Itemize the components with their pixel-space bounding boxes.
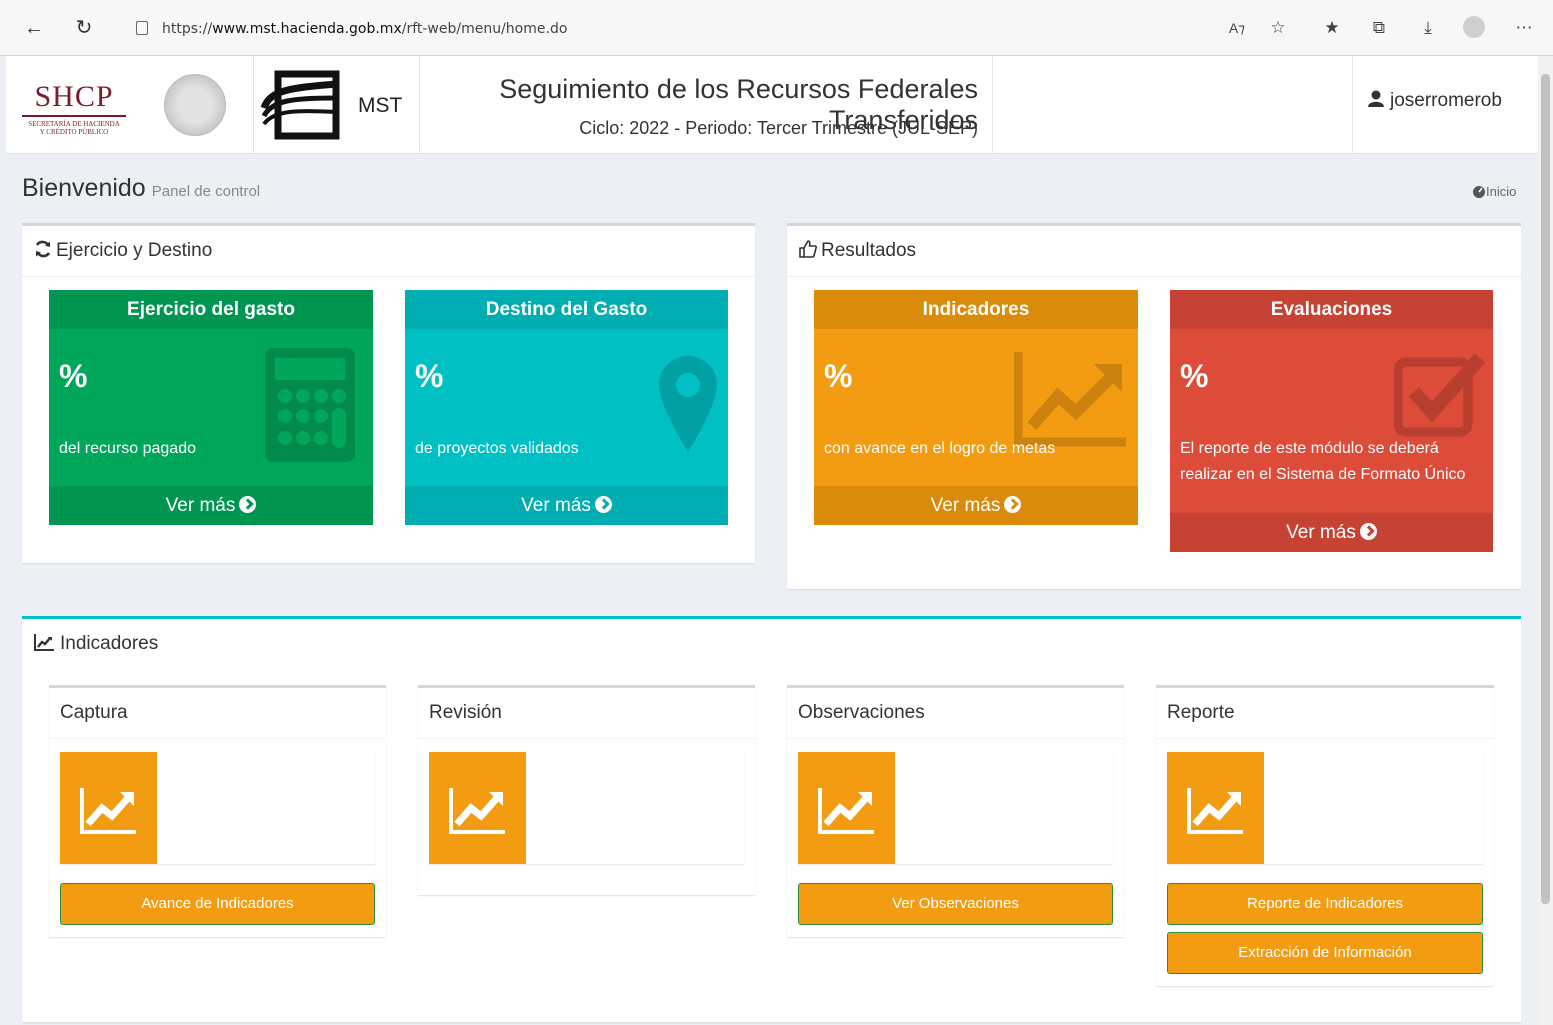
- username: joserromerob: [1390, 90, 1502, 111]
- destino-gasto-card: Destino del Gasto % de proyectos validad…: [405, 290, 728, 525]
- dashboard-icon: [1473, 186, 1485, 198]
- reporte-title: Reporte: [1167, 702, 1235, 723]
- downloads-icon[interactable]: ⤓: [1416, 16, 1440, 40]
- ejercicio-gasto-more-link[interactable]: Ver más: [49, 486, 373, 525]
- refresh-icon: [35, 240, 51, 258]
- destino-gasto-title: Destino del Gasto: [405, 290, 728, 329]
- national-seal-icon: [164, 74, 226, 136]
- revision-title: Revisión: [429, 702, 502, 723]
- reporte-info-box: [1167, 752, 1483, 864]
- extraccion-informacion-button[interactable]: Extracción de Información: [1167, 932, 1483, 974]
- ejercicio-destino-title: Ejercicio y Destino: [34, 240, 212, 262]
- shcp-logo[interactable]: SHCP SECRETARÍA DE HACIENDA Y CRÉDITO PÚ…: [14, 82, 134, 136]
- cycle-period: Ciclo: 2022 - Periodo: Tercer Trimestre …: [579, 118, 978, 138]
- page-subtitle: Panel de control: [151, 183, 261, 200]
- favorites-icon[interactable]: ★: [1320, 16, 1344, 40]
- profile-icon[interactable]: [1462, 16, 1486, 40]
- evaluaciones-title: Evaluaciones: [1170, 290, 1493, 329]
- read-aloud-icon[interactable]: A⁊: [1225, 16, 1249, 40]
- resultados-box: Resultados Indicadores % con avance en e…: [787, 223, 1521, 589]
- indicadores-section-title: Indicadores: [34, 633, 158, 655]
- page-scrollbar[interactable]: [1538, 56, 1553, 1025]
- indicadores-box: Indicadores Captura Avance de Indicadore…: [22, 616, 1521, 1022]
- evaluaciones-more-link[interactable]: Ver más: [1170, 513, 1493, 552]
- reporte-indicadores-button[interactable]: Reporte de Indicadores: [1167, 883, 1483, 925]
- indicadores-card: Indicadores % con avance en el logro de …: [814, 290, 1138, 525]
- reporte-panel: Reporte Reporte de Indicadores Extracció…: [1156, 685, 1494, 986]
- captura-title: Captura: [60, 702, 128, 723]
- indicadores-percent: %: [824, 358, 853, 394]
- app-header: SHCP SECRETARÍA DE HACIENDA Y CRÉDITO PÚ…: [6, 56, 1538, 154]
- line-chart-icon: [1014, 352, 1126, 447]
- arrow-circle-right-icon: [1004, 496, 1022, 513]
- captura-info-box: [60, 752, 375, 864]
- observaciones-info-box: [798, 752, 1113, 864]
- line-chart-icon: [80, 788, 136, 834]
- back-icon[interactable]: ←: [22, 16, 46, 40]
- mst-label: MST: [358, 94, 403, 117]
- revision-info-box: [429, 752, 744, 864]
- ejercicio-gasto-card: Ejercicio del gasto % del recurso pagado…: [49, 290, 373, 525]
- more-menu-icon[interactable]: ⋯: [1512, 16, 1536, 40]
- destino-gasto-percent: %: [415, 358, 444, 394]
- evaluaciones-percent: %: [1180, 358, 1209, 394]
- scrollbar-thumb[interactable]: [1541, 74, 1550, 904]
- mst-logo-icon: [260, 70, 340, 140]
- indicadores-desc: con avance en el logro de metas: [824, 440, 1056, 457]
- ejercicio-destino-box: Ejercicio y Destino Ejercicio del gasto …: [22, 223, 755, 563]
- breadcrumb[interactable]: Inicio: [1472, 184, 1516, 199]
- mst-logo-cell: MST: [254, 56, 420, 154]
- check-square-icon: [1394, 353, 1486, 437]
- add-favorite-icon[interactable]: ☆: [1266, 16, 1290, 40]
- line-chart-icon: [818, 788, 874, 834]
- evaluaciones-card: Evaluaciones % El reporte de este módulo…: [1170, 290, 1493, 552]
- page-title: Bienvenido Panel de control: [22, 174, 261, 202]
- shcp-logo-cell: SHCP SECRETARÍA DE HACIENDA Y CRÉDITO PÚ…: [6, 56, 254, 154]
- destino-gasto-desc: de proyectos validados: [415, 440, 579, 457]
- ejercicio-gasto-title: Ejercicio del gasto: [49, 290, 373, 329]
- arrow-circle-right-icon: [1359, 523, 1377, 540]
- collections-icon[interactable]: ⧉: [1367, 16, 1391, 40]
- resultados-title: Resultados: [799, 240, 916, 262]
- avance-indicadores-button[interactable]: Avance de Indicadores: [60, 883, 375, 925]
- reload-icon[interactable]: ↻: [72, 16, 96, 40]
- arrow-circle-right-icon: [594, 496, 612, 513]
- indicadores-more-link[interactable]: Ver más: [814, 486, 1138, 525]
- observaciones-panel: Observaciones Ver Observaciones: [787, 685, 1124, 937]
- user-menu[interactable]: joserromerob: [1368, 90, 1502, 112]
- ver-observaciones-button[interactable]: Ver Observaciones: [798, 883, 1113, 925]
- lock-icon: [136, 21, 148, 35]
- arrow-circle-right-icon: [239, 496, 257, 513]
- line-chart-icon: [1187, 788, 1243, 834]
- browser-toolbar: ← ↻ https://www.mst.hacienda.gob.mx/rft-…: [0, 0, 1553, 56]
- line-chart-icon: [449, 788, 505, 834]
- destino-gasto-more-link[interactable]: Ver más: [405, 486, 728, 525]
- ejercicio-gasto-percent: %: [59, 358, 88, 394]
- revision-panel: Revisión: [418, 685, 755, 895]
- indicadores-card-title: Indicadores: [814, 290, 1138, 329]
- thumbs-up-icon: [799, 240, 817, 258]
- area-chart-icon: [34, 634, 54, 651]
- evaluaciones-desc: El reporte de este módulo se deberá real…: [1180, 440, 1466, 483]
- captura-panel: Captura Avance de Indicadores: [49, 685, 386, 937]
- observaciones-title: Observaciones: [798, 702, 925, 723]
- user-icon: [1368, 90, 1384, 107]
- address-bar[interactable]: https://www.mst.hacienda.gob.mx/rft-web/…: [130, 13, 1210, 45]
- ejercicio-gasto-desc: del recurso pagado: [59, 440, 196, 457]
